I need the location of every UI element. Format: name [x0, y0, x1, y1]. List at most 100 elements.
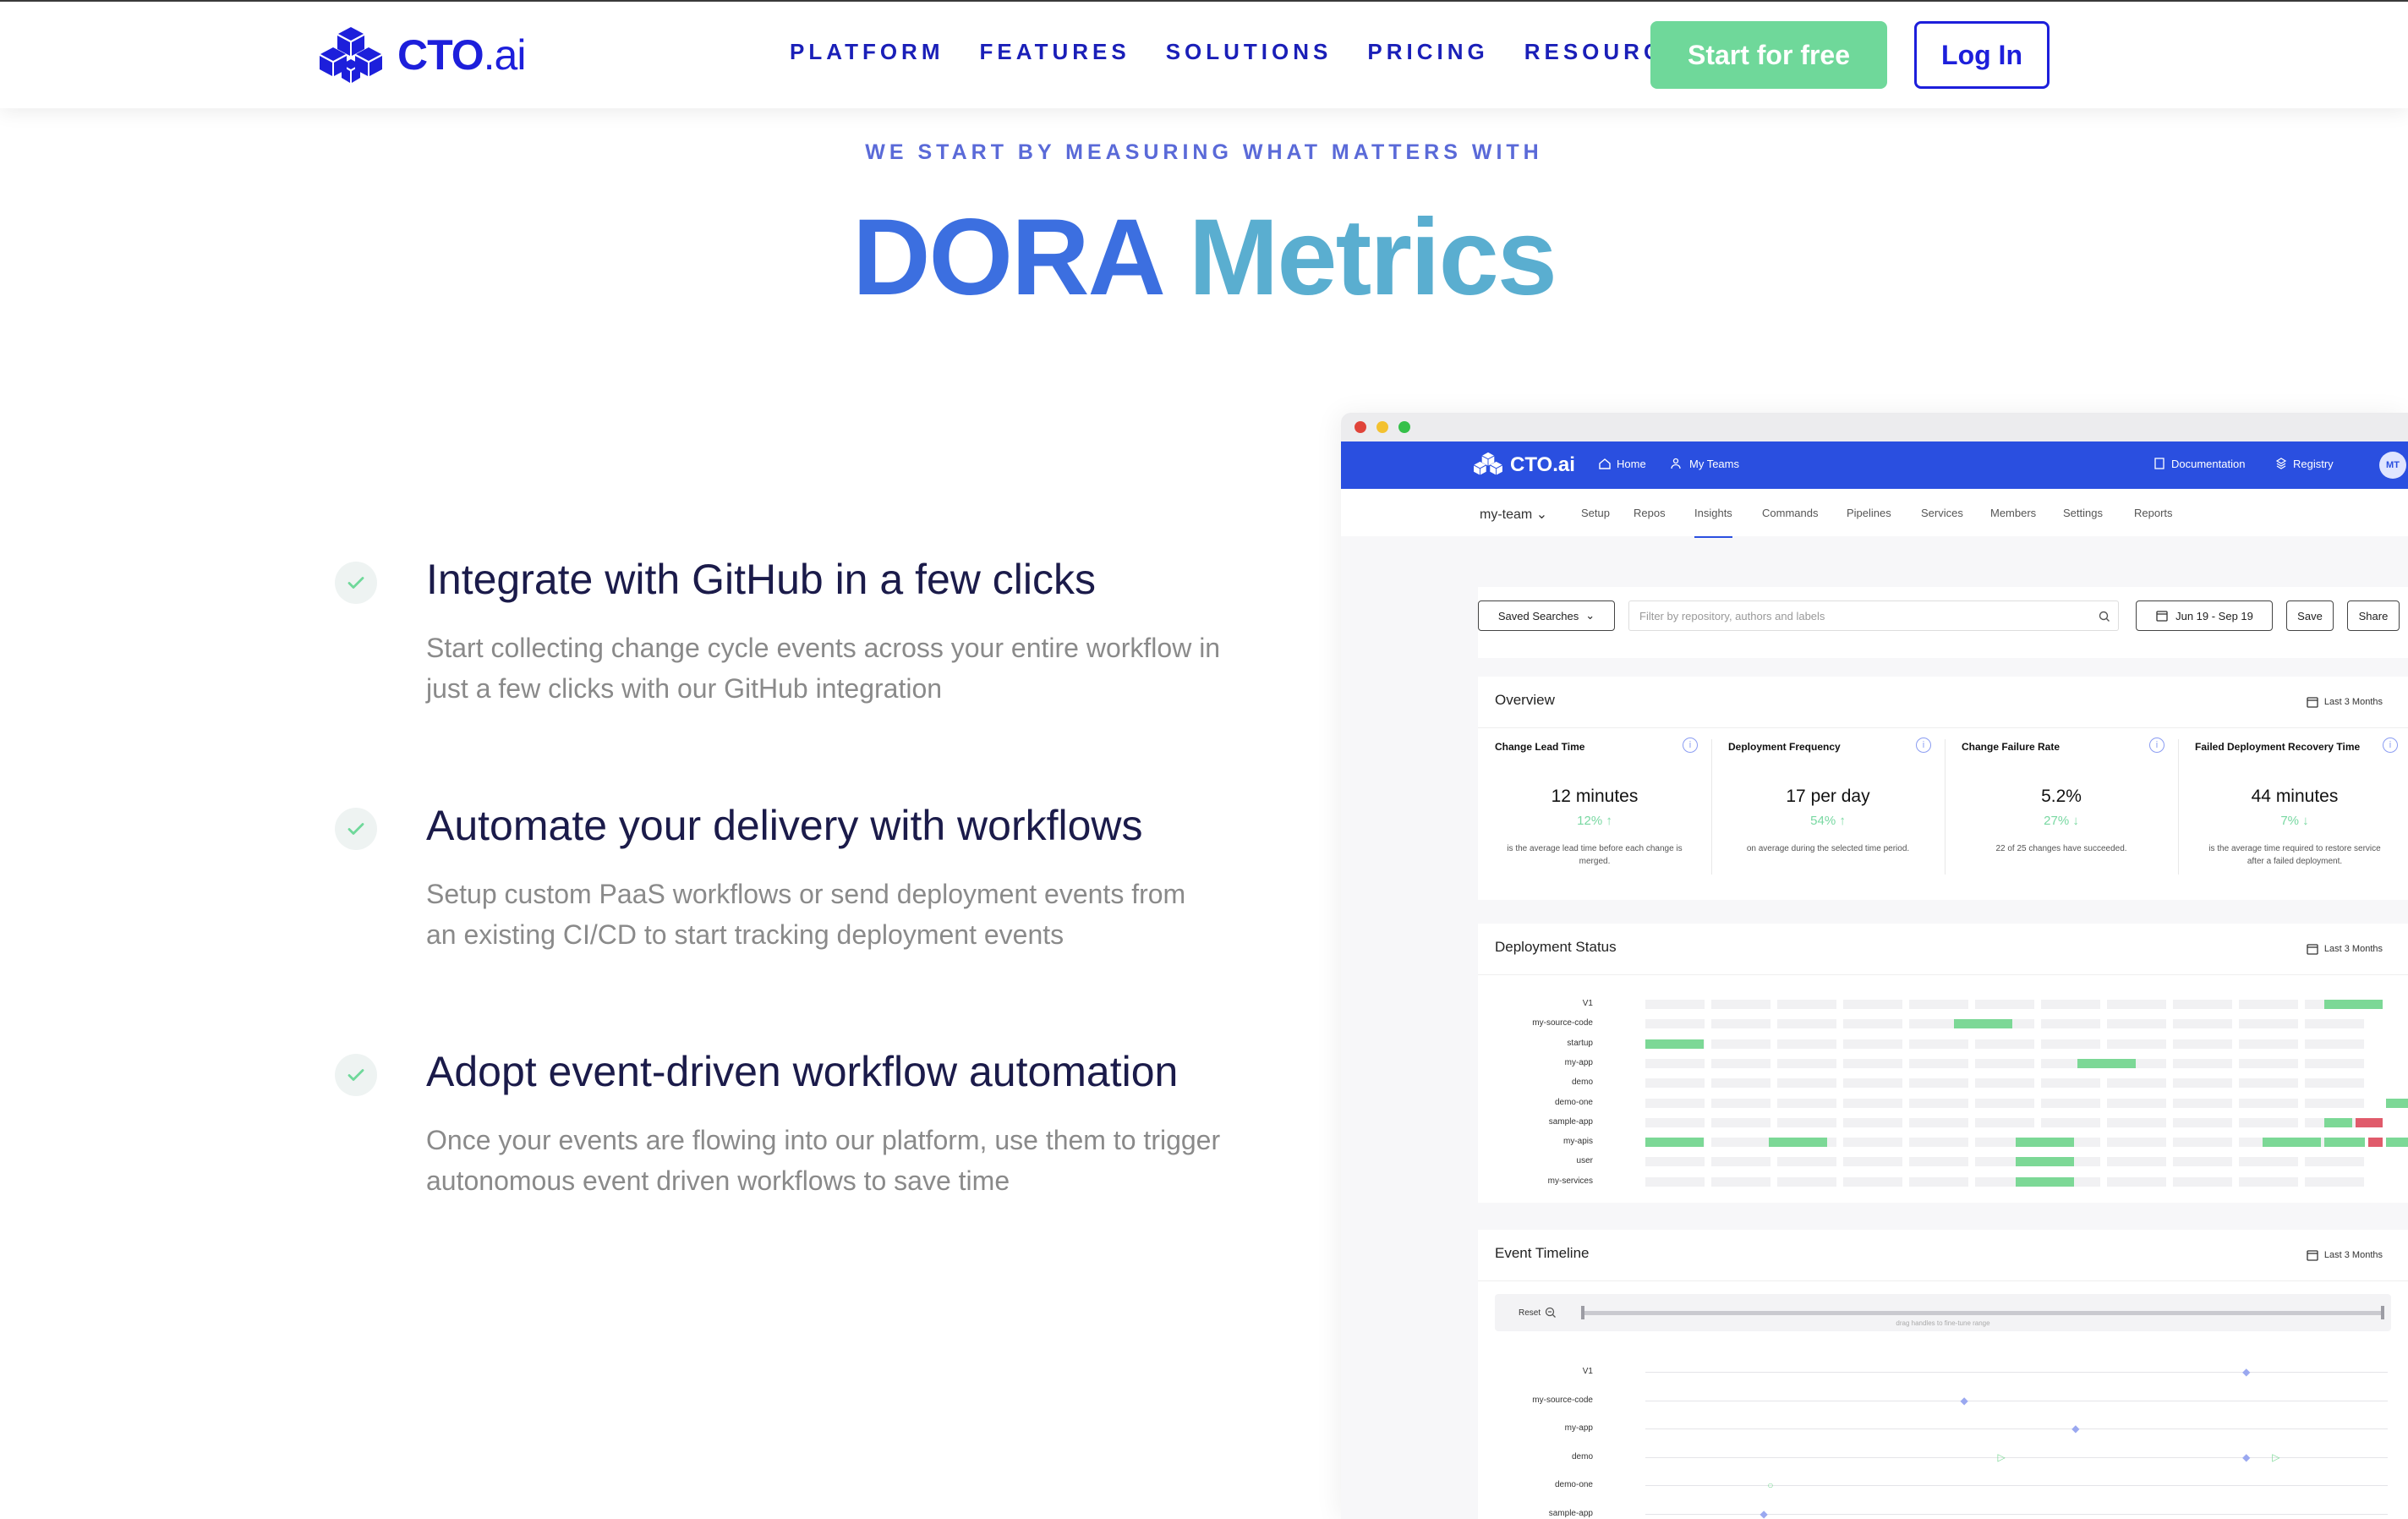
deployment-success-bar[interactable]	[1645, 1138, 1705, 1148]
overview-range[interactable]: Last 3 Months	[2306, 695, 2383, 709]
deployment-row-track	[1645, 1019, 2388, 1029]
deployment-cell	[1843, 1138, 1902, 1148]
deployment-success-bar[interactable]	[2324, 1138, 2365, 1148]
tab-setup[interactable]: Setup	[1581, 507, 1610, 519]
info-icon[interactable]: i	[2149, 738, 2164, 753]
nav-link-solutions[interactable]: SOLUTIONS	[1166, 39, 1333, 65]
deployment-cell	[1909, 1157, 1968, 1167]
deployment-cell	[1843, 1019, 1902, 1029]
tab-settings[interactable]: Settings	[2063, 507, 2103, 519]
app-nav-registry[interactable]: Registry	[2274, 457, 2334, 470]
app-nav-home[interactable]: Home	[1598, 457, 1646, 470]
deployment-success-bar[interactable]	[1954, 1019, 2013, 1029]
range-track[interactable]	[1583, 1311, 2383, 1315]
deployment-success-bar[interactable]	[2016, 1157, 2075, 1167]
deployment-success-bar[interactable]	[2324, 1000, 2383, 1009]
timeline-event-diamond-icon[interactable]: ◆	[1961, 1396, 1968, 1406]
deployment-row-label: demo-one	[1554, 1097, 1593, 1107]
close-dot-icon[interactable]	[1354, 421, 1366, 433]
tab-commands[interactable]: Commands	[1762, 507, 1818, 519]
timeline-event-play-icon[interactable]: ▷	[2272, 1452, 2279, 1462]
range-slider[interactable]: Reset drag handles to fine-tune range	[1495, 1294, 2391, 1331]
deployment-cell	[2107, 1098, 2166, 1108]
deployment-success-bar[interactable]	[2386, 1138, 2408, 1148]
deployment-cell	[1645, 1117, 1705, 1127]
tab-services[interactable]: Services	[1921, 507, 1963, 519]
deployment-success-bar[interactable]	[2077, 1058, 2137, 1068]
reset-zoom-button[interactable]: Reset	[1519, 1306, 1557, 1319]
deployment-cell	[2305, 1176, 2364, 1187]
feature-title: Adopt event-driven workflow automation	[426, 1048, 1179, 1095]
deployment-cell	[1975, 1078, 2034, 1089]
app-logo[interactable]: CTO.ai	[1471, 452, 1575, 479]
app-nav-documentation[interactable]: Documentation	[2153, 457, 2245, 470]
deployment-success-bar[interactable]	[1769, 1138, 1828, 1148]
deployment-row-label: startup	[1567, 1038, 1593, 1048]
range-handle-left[interactable]	[1581, 1306, 1584, 1319]
deployment-row-label: V1	[1582, 999, 1593, 1008]
deployment-success-bar[interactable]	[2386, 1098, 2408, 1108]
feature-description: Once your events are flowing into our pl…	[426, 1125, 1221, 1196]
info-icon[interactable]: i	[2383, 738, 2398, 753]
date-range-picker[interactable]: Jun 19 - Sep 19	[2136, 600, 2273, 631]
overview-range-label: Last 3 Months	[2323, 697, 2383, 707]
deployment-cell	[1645, 1098, 1705, 1108]
deployment-cell	[1777, 1157, 1836, 1167]
document-icon	[2154, 458, 2164, 469]
start-for-free-button[interactable]: Start for free	[1650, 21, 1887, 89]
deployment-failure-bar[interactable]	[2367, 1138, 2383, 1148]
minimize-dot-icon[interactable]	[1376, 421, 1388, 433]
info-icon[interactable]: i	[1683, 738, 1698, 753]
tab-repos[interactable]: Repos	[1634, 507, 1666, 519]
deployment-cell	[2305, 1157, 2364, 1167]
deployment-failure-bar[interactable]	[2355, 1117, 2383, 1127]
top-nav: CTO.ai PLATFORM FEATURES SOLUTIONS PRICI…	[0, 0, 2408, 108]
nav-link-features[interactable]: FEATURES	[980, 39, 1130, 65]
deployment-success-bar[interactable]	[2016, 1176, 2075, 1187]
maximize-dot-icon[interactable]	[1398, 421, 1410, 433]
saved-searches-dropdown[interactable]: Saved Searches ⌄	[1478, 600, 1615, 631]
deployment-status-range[interactable]: Last 3 Months	[2306, 942, 2383, 956]
timeline-event-play-icon[interactable]: ▷	[1997, 1452, 2005, 1462]
tab-insights[interactable]: Insights	[1694, 507, 1732, 538]
deployment-success-bar[interactable]	[2324, 1117, 2352, 1127]
filter-search-input[interactable]: Filter by repository, authors and labels	[1628, 600, 2119, 631]
cto-logo[interactable]: CTO.ai	[316, 25, 526, 85]
info-icon[interactable]: i	[1916, 738, 1931, 753]
feature-description: Setup custom PaaS workflows or send depl…	[426, 879, 1186, 950]
deployment-success-bar[interactable]	[1645, 1039, 1705, 1049]
deployment-success-bar[interactable]	[2016, 1138, 2075, 1148]
nav-link-pricing[interactable]: PRICING	[1367, 39, 1488, 65]
deployment-cell	[2305, 1019, 2364, 1029]
timeline-event-diamond-icon[interactable]: ◆	[2242, 1452, 2250, 1462]
calendar-icon	[2307, 944, 2318, 955]
tab-members[interactable]: Members	[1990, 507, 2036, 519]
team-selector[interactable]: my-team ⌄	[1480, 506, 1547, 523]
deployment-cell	[1975, 1039, 2034, 1049]
app-nav-my-teams[interactable]: My Teams	[1671, 457, 1739, 470]
tab-reports[interactable]: Reports	[2134, 507, 2173, 519]
timeline-event-diamond-icon[interactable]: ◆	[1759, 1509, 1767, 1519]
save-button[interactable]: Save	[2286, 600, 2334, 631]
deployment-cell	[2173, 1138, 2232, 1148]
metric-value: 5.2%	[2041, 787, 2082, 806]
timeline-row-label: my-app	[1564, 1423, 1593, 1433]
deployment-row-label: demo	[1571, 1078, 1593, 1088]
range-handle-right[interactable]	[2381, 1306, 2384, 1319]
deployment-success-bar[interactable]	[2263, 1138, 2322, 1148]
timeline-event-circle-icon[interactable]: ○	[1767, 1480, 1773, 1490]
deployment-cell	[2173, 1176, 2232, 1187]
logo-text: CTO.ai	[397, 31, 526, 79]
deployment-cell	[2173, 1157, 2232, 1167]
user-avatar[interactable]: MT	[2379, 452, 2406, 479]
deployment-cell	[2305, 1039, 2364, 1049]
timeline-event-diamond-icon[interactable]: ◆	[2242, 1367, 2250, 1377]
nav-link-platform[interactable]: PLATFORM	[790, 39, 944, 65]
metric-delta: 27% ↓	[2044, 814, 2079, 828]
event-timeline-range[interactable]: Last 3 Months	[2306, 1248, 2383, 1262]
share-button[interactable]: Share	[2347, 600, 2400, 631]
home-icon	[1599, 458, 1611, 469]
tab-pipelines[interactable]: Pipelines	[1847, 507, 1891, 519]
log-in-button[interactable]: Log In	[1914, 21, 2050, 89]
timeline-event-diamond-icon[interactable]: ◆	[2071, 1423, 2079, 1434]
